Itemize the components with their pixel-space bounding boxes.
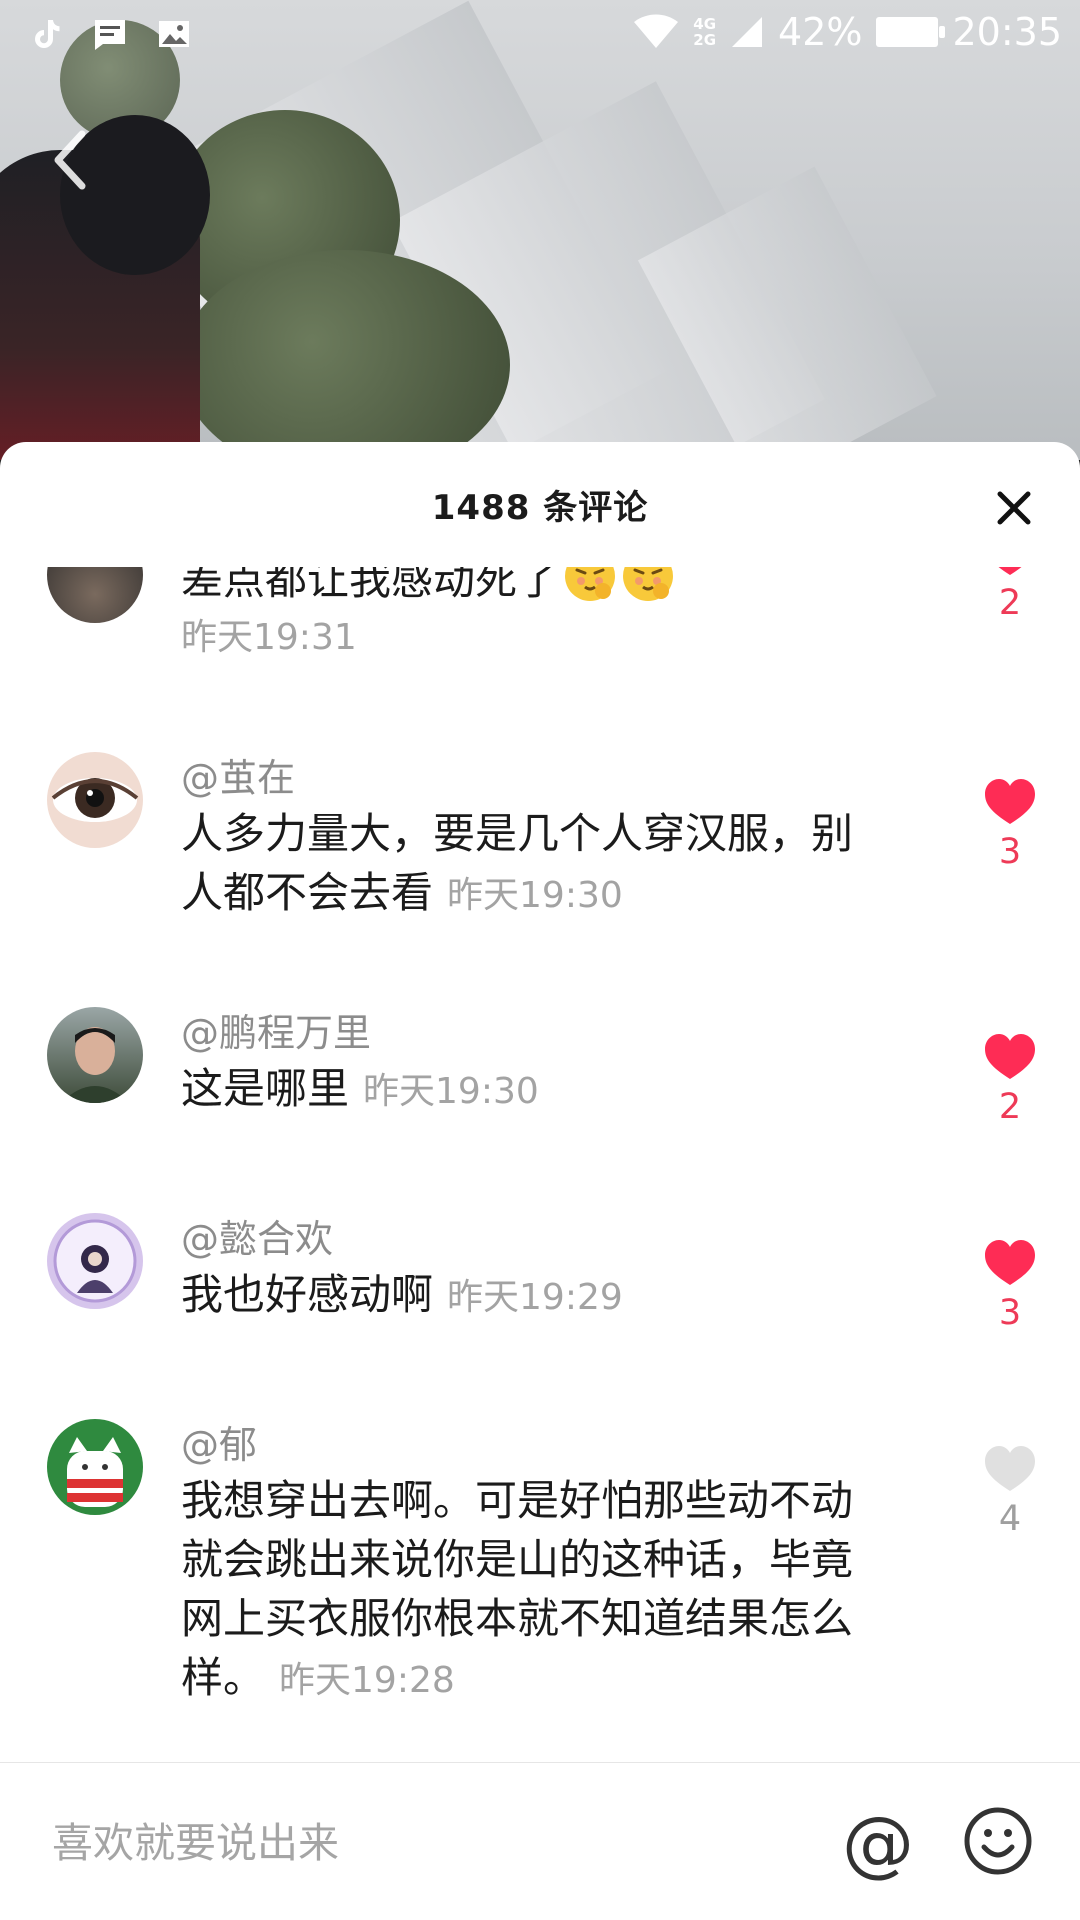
comment-item: @郁 我想穿出去啊。可是好怕那些动不动就会跳出来说你是山的这种话，毕竟网上买衣服… bbox=[0, 1419, 1080, 1719]
heart-icon bbox=[998, 567, 1022, 575]
emoji-button[interactable] bbox=[962, 1805, 1034, 1877]
avatar[interactable] bbox=[47, 1007, 143, 1103]
comment-time: 昨天19:28 bbox=[279, 1660, 455, 1701]
tiktok-icon bbox=[35, 20, 60, 48]
like-count: 3 bbox=[998, 832, 1022, 872]
comment-list[interactable]: 差点都让我感动死了 昨天19:31 2 @茧在 人多力量大，要是几个人穿汉服，别… bbox=[0, 567, 1080, 1767]
like-button[interactable]: 3 bbox=[973, 1235, 1047, 1333]
sheet-header: 1488 条评论 bbox=[0, 442, 1080, 567]
network-indicator: 4G 2G bbox=[693, 15, 717, 49]
comment-username[interactable]: @鹏程万里 bbox=[181, 1007, 871, 1059]
image-icon bbox=[159, 21, 189, 47]
comment-item: @茧在 人多力量大，要是几个人穿汉服，别人都不会去看 昨天19:30 3 bbox=[0, 752, 1080, 972]
comment-text: 这是哪里 bbox=[181, 1064, 350, 1113]
comment-item: @鹏程万里 这是哪里 昨天19:30 2 bbox=[0, 1007, 1080, 1167]
avatar[interactable] bbox=[47, 752, 143, 848]
comment-time: 昨天19:30 bbox=[363, 1071, 539, 1112]
avatar[interactable] bbox=[47, 1213, 143, 1309]
comment-time: 昨天19:30 bbox=[447, 875, 623, 916]
close-button[interactable] bbox=[982, 476, 1046, 540]
like-button[interactable]: 2 bbox=[973, 567, 1047, 623]
like-button[interactable]: 2 bbox=[973, 1029, 1047, 1127]
comment-username[interactable]: @懿合欢 bbox=[181, 1213, 871, 1265]
heart-icon bbox=[985, 1240, 1035, 1285]
message-icon bbox=[95, 20, 125, 50]
comments-sheet: 1488 条评论 差点都让我感动死了 昨天19:31 2 @茧在 人多力量大，要… bbox=[0, 442, 1080, 1920]
signal-icon bbox=[732, 17, 763, 47]
heart-icon bbox=[985, 779, 1035, 824]
comment-time: 昨天19:31 bbox=[181, 617, 357, 658]
back-button[interactable] bbox=[40, 120, 100, 200]
like-count: 3 bbox=[998, 1293, 1022, 1333]
comment-item: 差点都让我感动死了 昨天19:31 2 bbox=[0, 567, 1080, 727]
like-button[interactable]: 3 bbox=[973, 774, 1047, 872]
like-count: 2 bbox=[998, 583, 1022, 623]
like-count: 4 bbox=[998, 1499, 1022, 1539]
status-bar: 4G 2G 42% 20:35 bbox=[0, 0, 1080, 76]
comment-time: 昨天19:29 bbox=[447, 1277, 623, 1318]
chevron-left-icon bbox=[54, 130, 86, 190]
battery-icon bbox=[876, 17, 946, 47]
comment-username[interactable]: @茧在 bbox=[181, 752, 871, 804]
close-icon bbox=[997, 491, 1031, 525]
comment-text: 我也好感动啊 bbox=[181, 1270, 434, 1319]
heart-icon bbox=[985, 1034, 1035, 1079]
avatar[interactable] bbox=[47, 1419, 143, 1515]
comment-count-title: 1488 条评论 bbox=[431, 488, 649, 528]
like-count: 2 bbox=[998, 1087, 1022, 1127]
like-button[interactable]: 4 bbox=[973, 1441, 1047, 1539]
comment-input-bar: @ bbox=[0, 1762, 1080, 1920]
comment-item: @懿合欢 我也好感动啊 昨天19:29 3 bbox=[0, 1213, 1080, 1373]
emoji-icon bbox=[565, 567, 616, 601]
comment-username[interactable]: @郁 bbox=[181, 1419, 871, 1471]
clock: 20:35 bbox=[952, 10, 1062, 54]
battery-percent: 42% bbox=[778, 10, 863, 54]
emoji-icon bbox=[623, 567, 674, 601]
comment-text: 差点都让我感动死了 bbox=[181, 567, 560, 604]
avatar[interactable] bbox=[47, 567, 143, 623]
at-mention-button[interactable]: @ bbox=[840, 1807, 916, 1883]
wifi-icon bbox=[634, 14, 679, 48]
heart-icon bbox=[985, 1446, 1035, 1491]
comment-input[interactable] bbox=[50, 1807, 794, 1879]
